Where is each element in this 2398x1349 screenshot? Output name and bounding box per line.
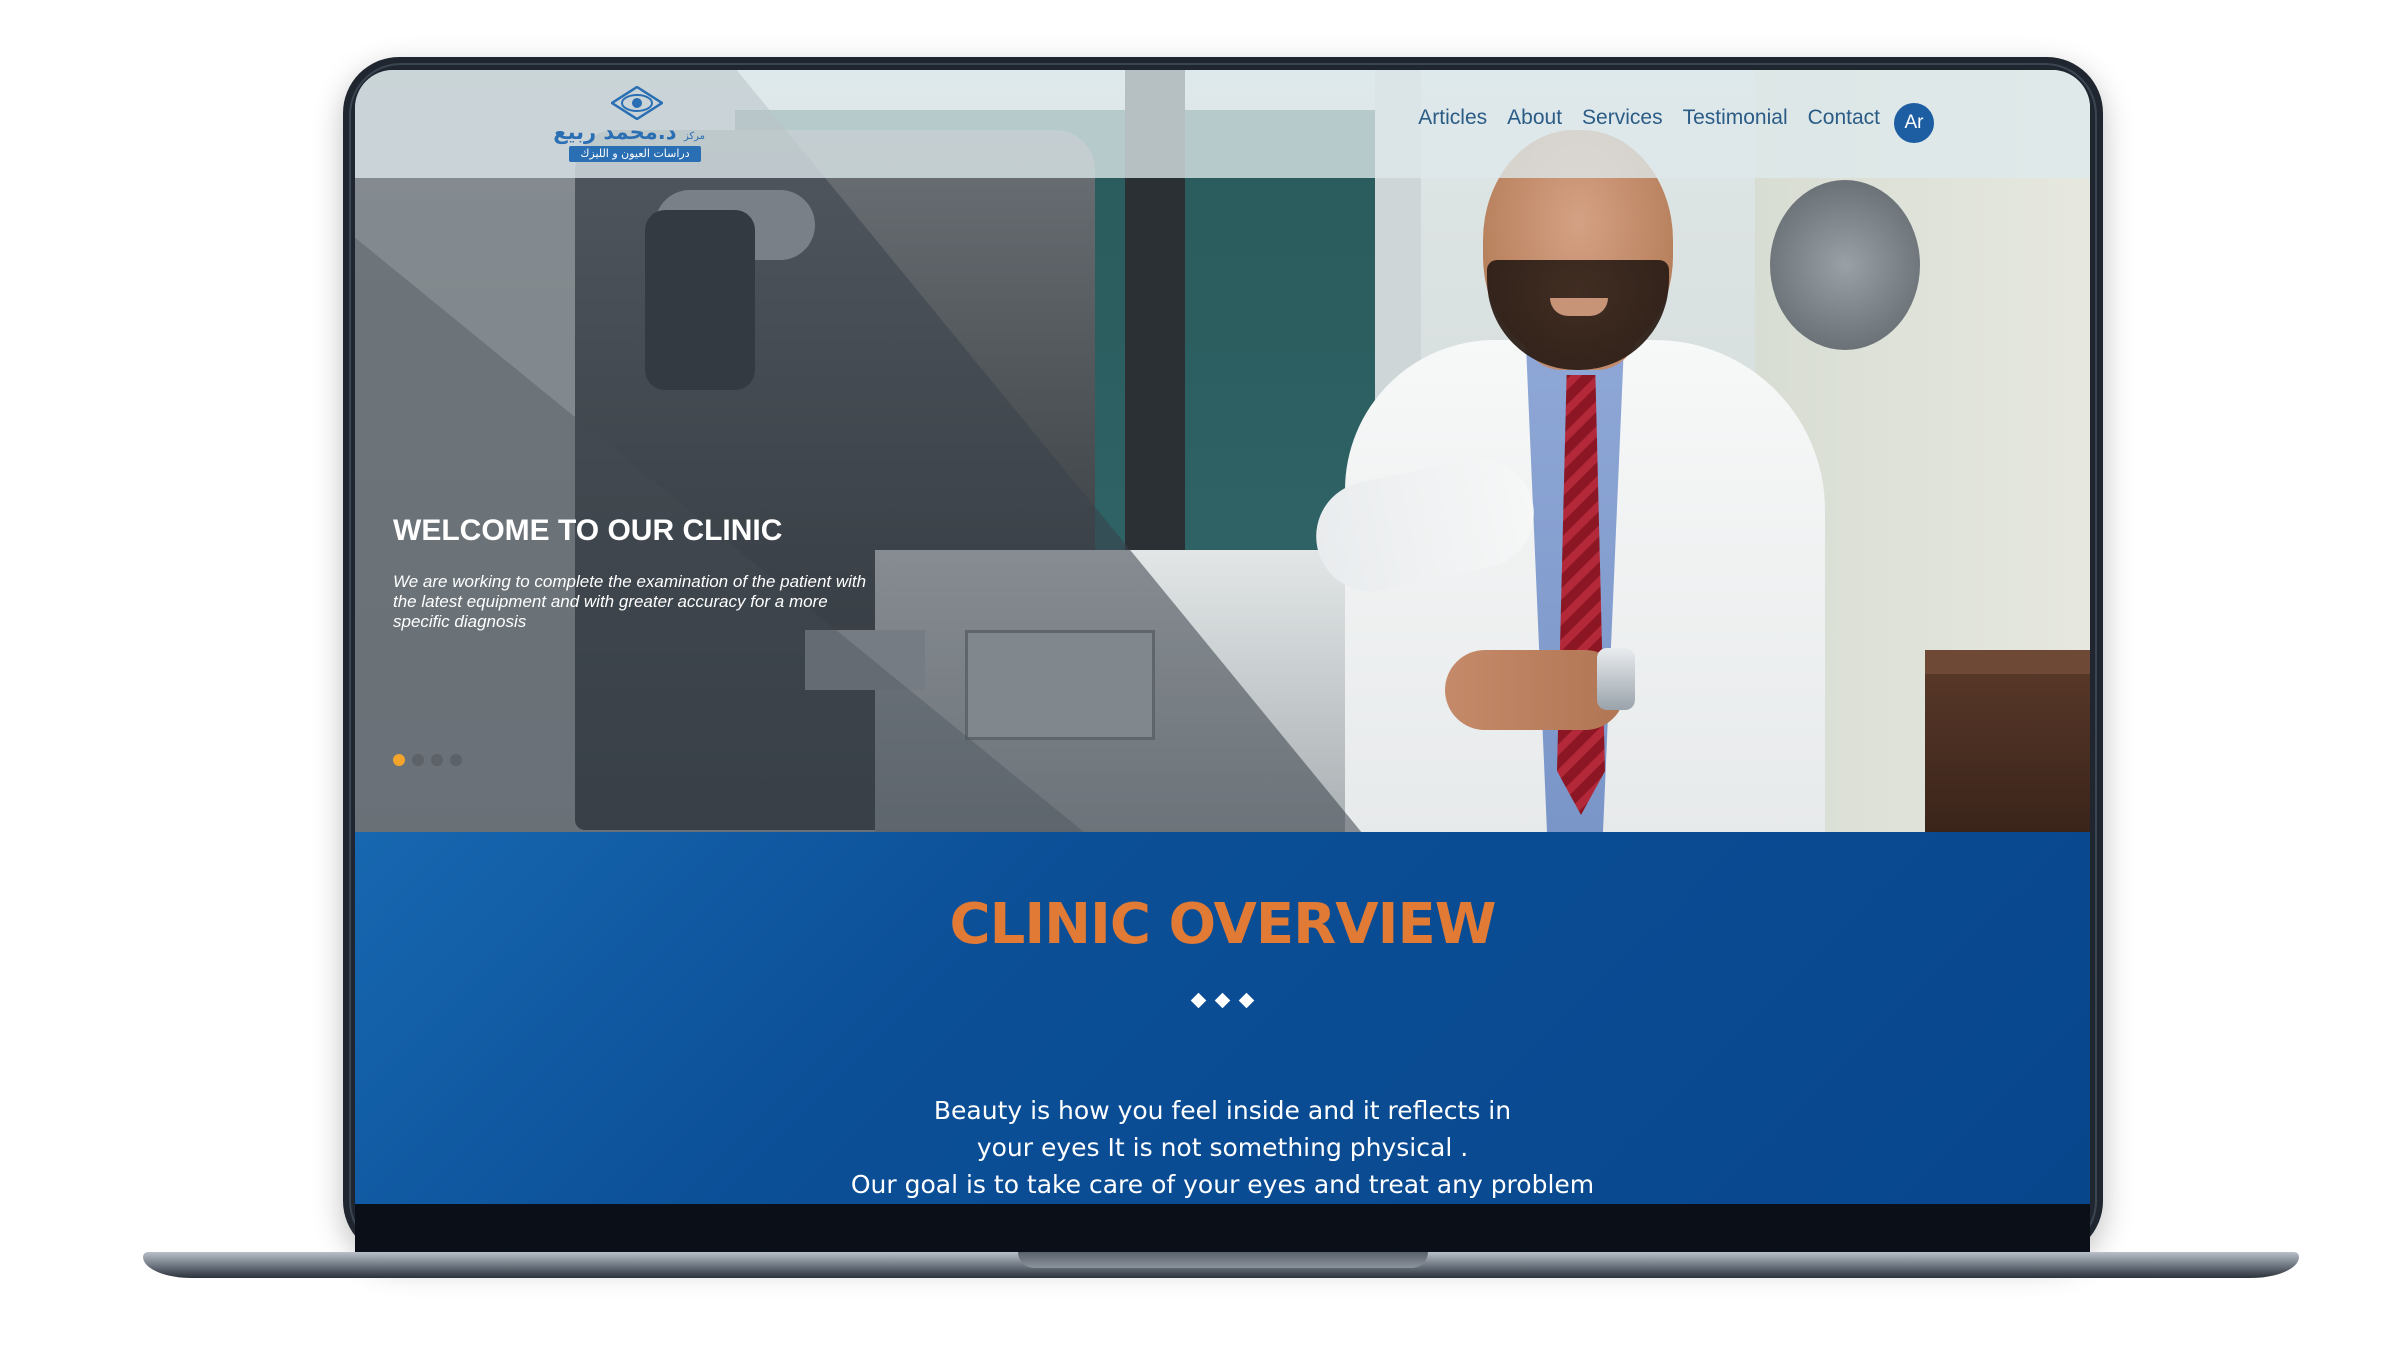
slider-dot-3[interactable] <box>431 754 443 766</box>
nav-services[interactable]: Services <box>1582 106 1663 130</box>
clinic-overview-section: CLINIC OVERVIEW Beauty is how you feel i… <box>355 832 2090 1204</box>
logo-name: د.محمد ربيع <box>553 120 677 144</box>
diamond-icon <box>1214 992 1231 1009</box>
diamond-icon <box>1238 992 1255 1009</box>
cabinet-top <box>1925 650 2090 674</box>
slider-dot-1[interactable] <box>393 754 405 766</box>
phoropter-device <box>1770 180 1920 350</box>
nav-testimonial[interactable]: Testimonial <box>1683 106 1788 130</box>
slider-dots <box>393 754 462 766</box>
browser-screen: مركز د.محمد ربيع دراسات العيون و الليزك … <box>355 70 2090 1204</box>
overview-title: CLINIC OVERVIEW <box>949 892 1497 957</box>
laptop-notch <box>1018 1252 1428 1268</box>
hero-description: We are working to complete the examinati… <box>393 572 867 631</box>
hero-banner: مركز د.محمد ربيع دراسات العيون و الليزك … <box>355 70 2090 832</box>
diamond-icon <box>1190 992 1207 1009</box>
logo-title: مركز د.محمد ربيع <box>553 120 705 144</box>
laptop-screen-bottom <box>355 1204 2090 1252</box>
eye-logo-icon <box>611 86 663 120</box>
slider-dot-2[interactable] <box>412 754 424 766</box>
clinic-logo[interactable]: مركز د.محمد ربيع دراسات العيون و الليزك <box>553 86 705 164</box>
cabinet <box>1925 650 2090 832</box>
slider-dot-4[interactable] <box>450 754 462 766</box>
doctor-mouth <box>1550 298 1608 316</box>
hero-title: WELCOME TO OUR CLINIC <box>393 514 783 547</box>
nav-about[interactable]: About <box>1507 106 1562 130</box>
top-navbar: مركز د.محمد ربيع دراسات العيون و الليزك … <box>355 70 2090 178</box>
overview-line-3: Our goal is to take care of your eyes an… <box>850 1170 1595 1199</box>
overview-line-2: your eyes It is not something physical . <box>976 1133 1469 1162</box>
doctor-watch <box>1597 648 1635 710</box>
nav-contact[interactable]: Contact <box>1808 106 1880 130</box>
nav-articles[interactable]: Articles <box>1418 106 1487 130</box>
overview-text: Beauty is how you feel inside and it ref… <box>355 1092 2090 1203</box>
nav-links: Articles About Services Testimonial Cont… <box>1418 106 1880 130</box>
overview-line-1: Beauty is how you feel inside and it ref… <box>933 1096 1512 1125</box>
language-toggle-button[interactable]: Ar <box>1894 103 1934 143</box>
diamond-divider <box>1190 992 1255 1009</box>
logo-subtitle: دراسات العيون و الليزك <box>569 146 701 162</box>
logo-prefix: مركز <box>683 131 705 142</box>
